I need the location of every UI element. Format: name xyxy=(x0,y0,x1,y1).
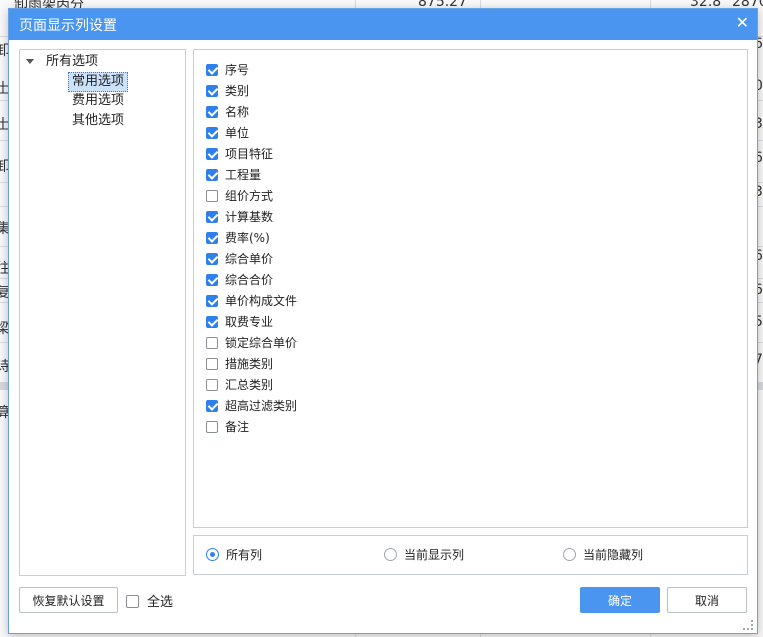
column-label: 超高过滤类别 xyxy=(225,399,298,413)
column-item[interactable]: 锁定综合单价 xyxy=(206,333,297,353)
radio-label: 所有列 xyxy=(226,548,263,562)
radio-button[interactable] xyxy=(384,548,397,561)
checkbox[interactable] xyxy=(206,84,218,97)
column-item[interactable]: 项目特征 xyxy=(206,144,273,164)
checkbox[interactable] xyxy=(206,399,218,412)
checkbox[interactable] xyxy=(206,105,218,118)
checkbox[interactable] xyxy=(206,252,218,265)
column-label: 单位 xyxy=(225,126,250,140)
radio-hidden-columns[interactable]: 当前隐藏列 xyxy=(563,546,643,564)
column-item[interactable]: 综合合价 xyxy=(206,270,273,290)
column-item[interactable]: 超高过滤类别 xyxy=(206,396,297,416)
checkbox[interactable] xyxy=(206,210,218,223)
checkbox[interactable] xyxy=(206,147,218,160)
checkbox[interactable] xyxy=(206,189,218,202)
checkbox[interactable] xyxy=(206,63,218,76)
dialog-title: 页面显示列设置 xyxy=(19,18,117,34)
checkbox[interactable] xyxy=(206,294,218,307)
column-label: 类别 xyxy=(225,84,250,98)
tree-node-common[interactable]: 常用选项 xyxy=(68,72,129,92)
checkbox[interactable] xyxy=(206,378,218,391)
checkbox[interactable] xyxy=(206,336,218,349)
checkbox[interactable] xyxy=(206,168,218,181)
column-item[interactable]: 取费专业 xyxy=(206,312,273,332)
column-label: 取费专业 xyxy=(225,315,274,329)
column-label: 组价方式 xyxy=(225,189,274,203)
cancel-button[interactable]: 取消 xyxy=(667,587,747,613)
checkbox[interactable] xyxy=(206,420,218,433)
checkbox[interactable] xyxy=(206,357,218,370)
column-label: 名称 xyxy=(225,105,250,119)
radio-button[interactable] xyxy=(206,548,219,561)
column-filter-group: 所有列 当前显示列 当前隐藏列 xyxy=(193,535,748,575)
tree-node-other[interactable]: 其他选项 xyxy=(69,112,127,130)
column-label: 计算基数 xyxy=(225,210,274,224)
tree-root-all-options[interactable]: 所有选项 xyxy=(26,53,98,71)
triangle-down-icon[interactable] xyxy=(26,59,34,64)
column-item[interactable]: 汇总类别 xyxy=(206,375,273,395)
column-item[interactable]: 序号 xyxy=(206,60,249,80)
column-label: 项目特征 xyxy=(225,147,274,161)
column-label: 汇总类别 xyxy=(225,378,274,392)
checkbox[interactable] xyxy=(206,231,218,244)
resize-grip-icon[interactable] xyxy=(743,620,753,630)
column-label: 备注 xyxy=(225,420,250,434)
radio-button[interactable] xyxy=(563,548,576,561)
column-label: 工程量 xyxy=(225,168,262,182)
select-all[interactable]: 全选 xyxy=(126,594,173,612)
column-item[interactable]: 名称 xyxy=(206,102,249,122)
column-item[interactable]: 综合单价 xyxy=(206,249,273,269)
column-item[interactable]: 单价构成文件 xyxy=(206,291,297,311)
tree-node-fees[interactable]: 费用选项 xyxy=(69,92,127,110)
restore-defaults-button[interactable]: 恢复默认设置 xyxy=(19,587,118,613)
options-tree: 所有选项 常用选项 费用选项 其他选项 xyxy=(19,49,186,576)
column-settings-dialog: 页面显示列设置 ✕ 所有选项 常用选项 费用选项 其他选项 序号 类别 名称 单… xyxy=(8,8,758,634)
column-label: 锁定综合单价 xyxy=(225,336,298,350)
select-all-checkbox[interactable] xyxy=(126,595,139,608)
column-label: 综合单价 xyxy=(225,252,274,266)
checkbox[interactable] xyxy=(206,315,218,328)
column-label: 费率(%) xyxy=(225,231,270,245)
column-item[interactable]: 费率(%) xyxy=(206,228,270,248)
column-item[interactable]: 工程量 xyxy=(206,165,261,185)
column-item[interactable]: 措施类别 xyxy=(206,354,273,374)
column-label: 单价构成文件 xyxy=(225,294,298,308)
dialog-titlebar[interactable]: 页面显示列设置 ✕ xyxy=(9,9,757,40)
column-label: 序号 xyxy=(225,63,250,77)
tree-root-label: 所有选项 xyxy=(46,54,99,69)
column-item[interactable]: 备注 xyxy=(206,417,249,437)
checkbox[interactable] xyxy=(206,273,218,286)
checkbox[interactable] xyxy=(206,126,218,139)
radio-all-columns[interactable]: 所有列 xyxy=(206,546,262,564)
column-item[interactable]: 单位 xyxy=(206,123,249,143)
column-item[interactable]: 组价方式 xyxy=(206,186,273,206)
close-icon[interactable]: ✕ xyxy=(736,13,749,32)
ok-button[interactable]: 确定 xyxy=(580,587,660,613)
column-list: 序号 类别 名称 单位 项目特征 工程量 组价方式 计算基数 费率(%) 综合单… xyxy=(193,49,748,528)
column-label: 综合合价 xyxy=(225,273,274,287)
radio-label: 当前隐藏列 xyxy=(583,548,644,562)
column-item[interactable]: 类别 xyxy=(206,81,249,101)
column-label: 措施类别 xyxy=(225,357,274,371)
column-item[interactable]: 计算基数 xyxy=(206,207,273,227)
radio-label: 当前显示列 xyxy=(404,548,465,562)
select-all-label: 全选 xyxy=(147,595,174,610)
radio-shown-columns[interactable]: 当前显示列 xyxy=(384,546,464,564)
